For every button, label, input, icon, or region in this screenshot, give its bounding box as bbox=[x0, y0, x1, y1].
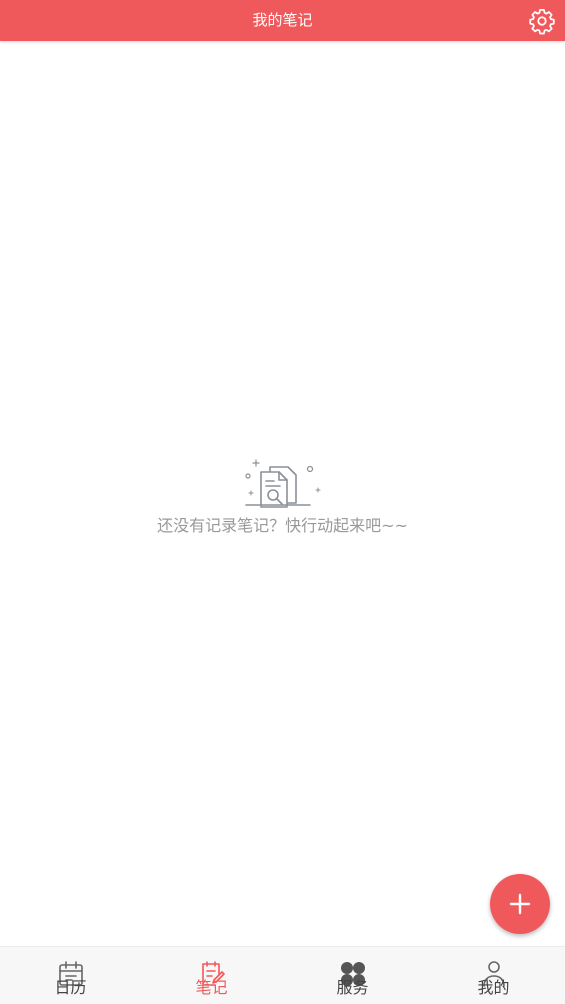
document-search-icon bbox=[245, 459, 321, 508]
tab-profile[interactable]: 我的 bbox=[423, 947, 564, 1004]
tab-notes[interactable]: 笔记 bbox=[141, 947, 282, 1004]
tab-services[interactable]: 服务 bbox=[282, 947, 423, 1004]
tab-services-label: 服务 bbox=[336, 978, 369, 997]
settings-button[interactable] bbox=[528, 7, 556, 35]
plus-icon bbox=[509, 893, 531, 915]
gear-icon bbox=[529, 9, 555, 35]
app-header: 我的笔记 bbox=[0, 0, 565, 41]
empty-message: 还没有记录笔记？快行动起来吧~~ bbox=[157, 516, 408, 535]
add-note-button[interactable] bbox=[490, 874, 550, 934]
tab-notes-label: 笔记 bbox=[195, 978, 228, 997]
empty-state: 还没有记录笔记？快行动起来吧~~ bbox=[0, 455, 565, 545]
tab-calendar[interactable]: 日历 bbox=[0, 947, 141, 1004]
tab-profile-label: 我的 bbox=[477, 978, 510, 997]
tab-calendar-label: 日历 bbox=[54, 978, 87, 997]
page-title: 我的笔记 bbox=[252, 11, 313, 29]
app-root: 我的笔记 还没有记录笔记？快行动起来吧~~ 日历 笔记 服务 我的 bbox=[0, 0, 565, 1004]
bottom-tab-bar: 日历 笔记 服务 我的 bbox=[0, 946, 565, 1004]
